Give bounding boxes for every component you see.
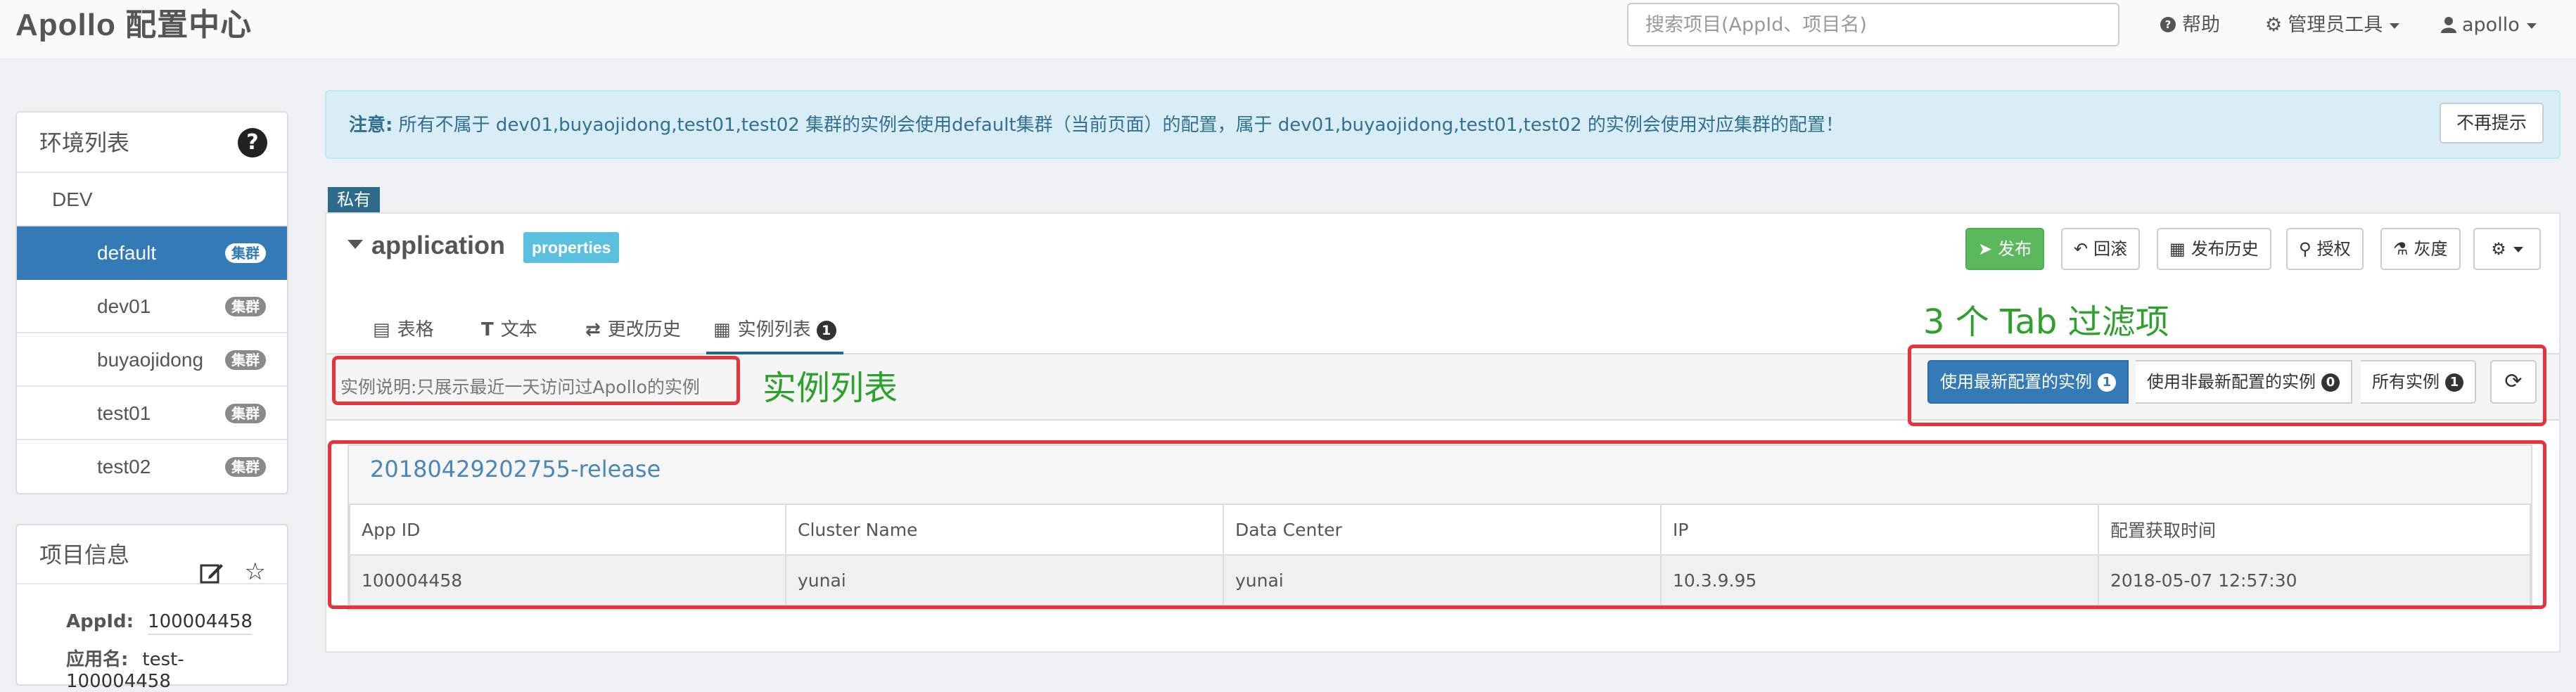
flask-icon: ⚗ xyxy=(2393,239,2409,259)
svg-text:?: ? xyxy=(2165,18,2172,31)
brand-logo[interactable]: Apollo 配置中心 xyxy=(15,4,252,46)
undo-icon: ↶ xyxy=(2074,239,2089,259)
transfer-icon: ⇄ xyxy=(585,319,601,340)
cluster-name: default xyxy=(97,242,157,264)
appname-label: 应用名: xyxy=(66,649,129,670)
gray-release-label: 灰度 xyxy=(2414,239,2448,259)
cluster-name: dev01 xyxy=(97,295,151,317)
namespace-name: application xyxy=(371,231,506,260)
cluster-badge: 集群 xyxy=(225,297,266,316)
cluster-item-buyaojidong[interactable]: buyaojidong 集群 xyxy=(17,333,287,387)
top-navbar: Apollo 配置中心 ? 帮助 ⚙管理员工具 apollo xyxy=(0,0,2576,59)
notice-message: 所有不属于 dev01,buyaojidong,test01,test02 集群… xyxy=(398,115,1844,136)
private-label: 私有 xyxy=(328,187,380,212)
tab-label: 表格 xyxy=(397,319,434,340)
chevron-down-icon xyxy=(2513,247,2523,252)
cluster-badge: 集群 xyxy=(225,457,266,477)
tab-label: 文本 xyxy=(500,319,537,340)
chevron-down-icon xyxy=(2390,23,2400,29)
annotation-box-filters xyxy=(1908,345,2546,426)
question-circle-icon: ? xyxy=(2160,10,2176,41)
env-list-title: 环境列表 xyxy=(39,129,130,156)
gray-release-button[interactable]: ⚗ 灰度 xyxy=(2380,228,2461,270)
cluster-badge: 集群 xyxy=(225,350,266,370)
dismiss-notice-button[interactable]: 不再提示 xyxy=(2439,103,2544,143)
project-info-panel: 项目信息 ☆ AppId: 100004458 应用名: test-10000445… xyxy=(15,524,288,692)
star-icon[interactable]: ☆ xyxy=(245,558,266,586)
grant-label: 授权 xyxy=(2316,239,2351,259)
instances-icon: ▦ xyxy=(713,319,731,340)
chevron-down-icon xyxy=(2526,23,2537,29)
namespace-title[interactable]: application xyxy=(347,231,505,260)
user-icon xyxy=(2441,10,2456,41)
tab-label: 更改历史 xyxy=(607,319,681,340)
project-info-title: 项目信息 xyxy=(39,542,130,568)
publish-label: 发布 xyxy=(1998,239,2032,259)
instance-count-badge: 1 xyxy=(816,320,836,340)
gear-icon: ⚙ xyxy=(2491,239,2506,259)
appid-label: AppId: xyxy=(66,611,134,632)
env-item-dev[interactable]: DEV xyxy=(17,173,287,226)
cluster-name: test01 xyxy=(97,402,151,424)
tab-text[interactable]: T 文本 xyxy=(474,314,544,354)
cluster-name: test02 xyxy=(97,456,151,478)
annotation-box-instances xyxy=(328,440,2546,609)
cluster-badge: 集群 xyxy=(225,243,266,263)
release-history-button[interactable]: ▦ 发布历史 xyxy=(2157,228,2271,270)
question-icon[interactable]: ? xyxy=(238,128,267,158)
tab-change-history[interactable]: ⇄ 更改历史 xyxy=(578,314,688,354)
appid-row: AppId: 100004458 xyxy=(66,611,253,635)
cluster-item-dev01[interactable]: dev01 集群 xyxy=(17,280,287,333)
admin-tools-label: 管理员工具 xyxy=(2288,14,2383,36)
cluster-badge: 集群 xyxy=(225,404,266,423)
grant-button[interactable]: ⚲ 授权 xyxy=(2286,228,2364,270)
tab-table[interactable]: ▤ 表格 xyxy=(366,314,441,354)
calendar-icon: ▦ xyxy=(2169,239,2186,259)
caret-down-icon xyxy=(347,239,363,249)
cluster-item-test02[interactable]: test02 集群 xyxy=(17,440,287,494)
text-icon: T xyxy=(481,319,494,340)
appid-value: 100004458 xyxy=(148,611,253,635)
cluster-item-default[interactable]: default 集群 xyxy=(17,226,287,280)
table-icon: ▤ xyxy=(373,319,390,340)
tab-instances[interactable]: ▦ 实例列表 1 xyxy=(706,314,843,354)
rollback-label: 回滚 xyxy=(2093,239,2128,259)
annotation-tab-filters: 3 个 Tab 过滤项 xyxy=(1923,302,2169,342)
user-icon: ⚲ xyxy=(2299,239,2312,259)
tab-label: 实例列表 xyxy=(737,319,811,340)
settings-dropdown-button[interactable]: ⚙ xyxy=(2473,228,2541,270)
user-dropdown[interactable]: apollo xyxy=(2441,10,2537,41)
help-label: 帮助 xyxy=(2182,14,2220,36)
rollback-button[interactable]: ↶ 回滚 xyxy=(2061,228,2141,270)
release-history-label: 发布历史 xyxy=(2191,239,2259,259)
gear-icon: ⚙ xyxy=(2265,14,2283,36)
cluster-name: buyaojidong xyxy=(97,349,204,371)
cluster-item-test01[interactable]: test01 集群 xyxy=(17,387,287,440)
edit-icon[interactable] xyxy=(199,558,232,586)
admin-tools-dropdown[interactable]: ⚙ 管理员工具 xyxy=(2265,10,2400,41)
appname-row: 应用名: test-100004458 xyxy=(66,645,287,692)
help-link[interactable]: ? 帮助 xyxy=(2160,10,2220,41)
notice-prefix: 注意: xyxy=(349,115,393,136)
format-badge: properties xyxy=(523,232,620,263)
search-input[interactable] xyxy=(1627,3,2119,46)
annotation-box-description xyxy=(332,356,740,405)
user-name: apollo xyxy=(2462,14,2520,36)
publish-button[interactable]: ➤ 发布 xyxy=(1965,228,2045,270)
project-info-header: 项目信息 ☆ xyxy=(17,525,287,586)
send-icon: ➤ xyxy=(1978,239,1993,259)
env-list-panel: 环境列表 ? DEV default 集群 dev01 集群 buyaojido… xyxy=(15,111,288,494)
cluster-notice-alert: 注意: 所有不属于 dev01,buyaojidong,test01,test0… xyxy=(325,90,2561,159)
env-list-header: 环境列表 ? xyxy=(17,113,287,173)
annotation-instance-list: 实例列表 xyxy=(763,369,898,408)
